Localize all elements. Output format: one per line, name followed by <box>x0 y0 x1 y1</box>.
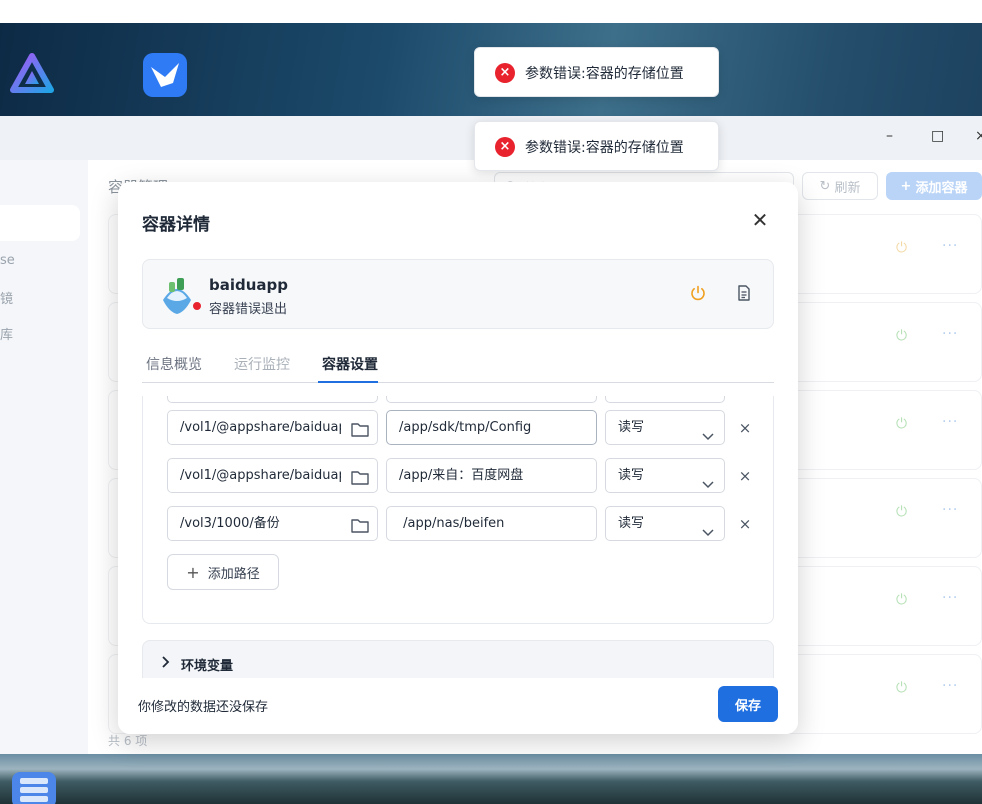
chevron-down-icon <box>702 518 714 537</box>
add-path-button[interactable]: + 添加路径 <box>167 554 279 590</box>
host-path-field[interactable]: /vol3/1000/备份 <box>167 506 378 541</box>
permission-value: 读写 <box>618 516 645 531</box>
modal-footer: 你修改的数据还没保存 保存 <box>118 678 798 734</box>
volume-panel: /vol1/@appshare/baiduapp /app/sdk/tmp/Co… <box>142 396 774 624</box>
toast-message: 参数错误:容器的存储位置 <box>525 140 684 156</box>
more-icon[interactable]: ··· <box>942 502 958 518</box>
unsaved-notice: 你修改的数据还没保存 <box>138 700 269 715</box>
plus-icon: + <box>900 178 912 194</box>
feishu-app-icon[interactable] <box>143 53 187 97</box>
host-path-field[interactable] <box>167 396 378 403</box>
status-error-dot <box>191 300 203 312</box>
chevron-right-icon <box>159 656 171 668</box>
power-icon[interactable]: ⏻ <box>896 416 907 432</box>
permission-select[interactable]: 读写 <box>605 410 725 445</box>
host-path-field[interactable]: /vol1/@appshare/baiduapp <box>167 410 378 445</box>
container-path-value: /app/sdk/tmp/Config <box>399 420 532 435</box>
more-icon[interactable]: ··· <box>942 326 958 342</box>
container-path-field[interactable]: /app/sdk/tmp/Config <box>386 410 597 445</box>
plus-icon: + <box>186 562 200 582</box>
tab-monitor[interactable]: 运行监控 <box>234 354 290 374</box>
row-count: 共 6 项 <box>108 734 148 748</box>
app-status: 容器错误退出 <box>209 302 288 317</box>
maximize-button[interactable]: □ <box>931 128 944 144</box>
app-name: baiduapp <box>209 276 289 294</box>
container-info-card: baiduapp 容器错误退出 <box>142 259 774 329</box>
app-avatar <box>159 274 195 316</box>
more-icon[interactable]: ··· <box>942 414 958 430</box>
container-path-field[interactable] <box>386 396 597 403</box>
add-container-label: 添加容器 <box>915 180 968 196</box>
host-path-value: /vol3/1000/备份 <box>180 516 280 531</box>
host-path-field[interactable]: /vol1/@appshare/baiduapp <box>167 458 378 493</box>
window-close-button[interactable]: × <box>975 128 982 144</box>
toast-message: 参数错误:容器的存储位置 <box>525 66 684 82</box>
container-path-field[interactable]: /app/来自：百度网盘 <box>386 458 597 493</box>
jellyfin-app-icon[interactable] <box>10 52 54 96</box>
env-variables-label: 环境变量 <box>181 659 234 674</box>
settings-scroll-area[interactable]: /vol1/@appshare/baiduapp /app/sdk/tmp/Co… <box>118 396 798 678</box>
error-icon: × <box>495 137 515 157</box>
log-icon[interactable] <box>735 284 753 302</box>
active-tab-indicator <box>318 381 378 383</box>
refresh-button[interactable]: ↻ 刷新 <box>802 172 878 200</box>
env-variables-section[interactable]: 环境变量 <box>142 640 774 678</box>
sidebar-item-active[interactable] <box>0 205 80 241</box>
add-path-label: 添加路径 <box>207 566 260 582</box>
detail-tabs: 信息概览 运行监控 容器设置 <box>142 350 774 383</box>
host-path-value: /vol1/@appshare/baiduapp <box>180 468 341 483</box>
sidebar-item-1[interactable]: se <box>0 253 15 268</box>
desktop-bottom-scenery <box>0 754 982 804</box>
folder-icon[interactable] <box>350 419 370 437</box>
sidebar-item-2[interactable]: 镜 <box>0 288 13 307</box>
add-container-button[interactable]: + 添加容器 <box>886 172 982 200</box>
top-strip <box>0 0 982 23</box>
container-path-value: /app/nas/beifen <box>399 516 505 531</box>
permission-select[interactable]: 读写 <box>605 506 725 541</box>
minimize-button[interactable]: – <box>886 128 893 144</box>
permission-select[interactable]: 读写 <box>605 458 725 493</box>
container-detail-modal: 容器详情 ✕ baiduapp 容器错误退出 信息概览 运行监控 容器设置 /v… <box>118 182 798 734</box>
container-path-value: /app/来自：百度网盘 <box>399 468 524 483</box>
container-path-field[interactable]: /app/nas/beifen <box>386 506 597 541</box>
folder-icon[interactable] <box>350 515 370 533</box>
power-icon[interactable]: ⏻ <box>896 680 907 696</box>
delete-volume-button[interactable]: × <box>737 468 753 484</box>
chevron-down-icon <box>702 470 714 489</box>
storage-app-icon[interactable] <box>12 772 56 804</box>
error-toast: × 参数错误:容器的存储位置 <box>474 47 719 97</box>
more-icon[interactable]: ··· <box>942 238 958 254</box>
permission-select[interactable] <box>605 396 725 403</box>
tab-settings[interactable]: 容器设置 <box>322 354 378 374</box>
more-icon[interactable]: ··· <box>942 590 958 606</box>
power-icon[interactable] <box>689 284 707 302</box>
error-icon: × <box>495 63 515 83</box>
power-icon[interactable]: ⏻ <box>896 504 907 520</box>
delete-volume-button[interactable]: × <box>737 420 753 436</box>
permission-value: 读写 <box>618 468 645 483</box>
power-icon[interactable]: ⏻ <box>896 592 907 608</box>
delete-volume-button[interactable]: × <box>737 516 753 532</box>
refresh-label: 刷新 <box>834 180 861 196</box>
error-toast: × 参数错误:容器的存储位置 <box>474 121 719 171</box>
tab-overview[interactable]: 信息概览 <box>146 354 202 374</box>
sidebar <box>0 160 88 754</box>
refresh-icon: ↻ <box>819 178 831 194</box>
save-button[interactable]: 保存 <box>718 686 778 722</box>
more-icon[interactable]: ··· <box>942 678 958 694</box>
host-path-value: /vol1/@appshare/baiduapp <box>180 420 341 435</box>
permission-value: 读写 <box>618 420 645 435</box>
close-icon[interactable]: ✕ <box>750 210 770 230</box>
folder-icon[interactable] <box>350 467 370 485</box>
power-icon[interactable]: ⏻ <box>896 328 907 344</box>
power-icon[interactable]: ⏻ <box>896 240 907 256</box>
modal-title: 容器详情 <box>142 215 210 235</box>
sidebar-item-3[interactable]: 库 <box>0 324 13 343</box>
chevron-down-icon <box>702 422 714 441</box>
